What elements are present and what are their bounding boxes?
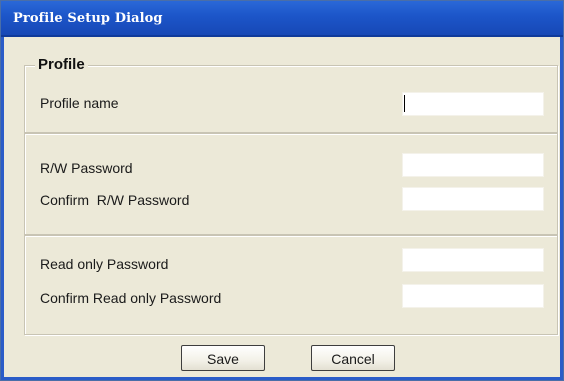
text-caret bbox=[404, 95, 405, 112]
dialog-title: Profile Setup Dialog bbox=[13, 11, 163, 26]
title-bar[interactable]: Profile Setup Dialog bbox=[1, 1, 563, 37]
profile-name-field-wrap bbox=[402, 92, 544, 116]
confirm-read-only-password-input[interactable] bbox=[402, 284, 544, 308]
profile-group-legend: Profile bbox=[35, 56, 88, 73]
rw-password-group bbox=[24, 133, 558, 235]
save-button[interactable]: Save bbox=[181, 345, 265, 371]
profile-name-input[interactable] bbox=[402, 92, 544, 116]
cancel-button[interactable]: Cancel bbox=[311, 345, 395, 371]
read-only-password-label: Read only Password bbox=[40, 256, 169, 272]
rw-password-input[interactable] bbox=[402, 153, 544, 177]
profile-name-label: Profile name bbox=[40, 95, 119, 111]
dialog-body: Profile Profile name R/W Password Confir… bbox=[1, 37, 563, 380]
confirm-rw-password-input[interactable] bbox=[402, 187, 544, 211]
confirm-rw-password-label: Confirm R/W Password bbox=[40, 192, 190, 208]
rw-password-label: R/W Password bbox=[40, 160, 133, 176]
profile-setup-dialog: Profile Setup Dialog Profile Profile nam… bbox=[0, 0, 564, 381]
read-only-password-input[interactable] bbox=[402, 248, 544, 272]
confirm-read-only-password-label: Confirm Read only Password bbox=[40, 290, 222, 306]
